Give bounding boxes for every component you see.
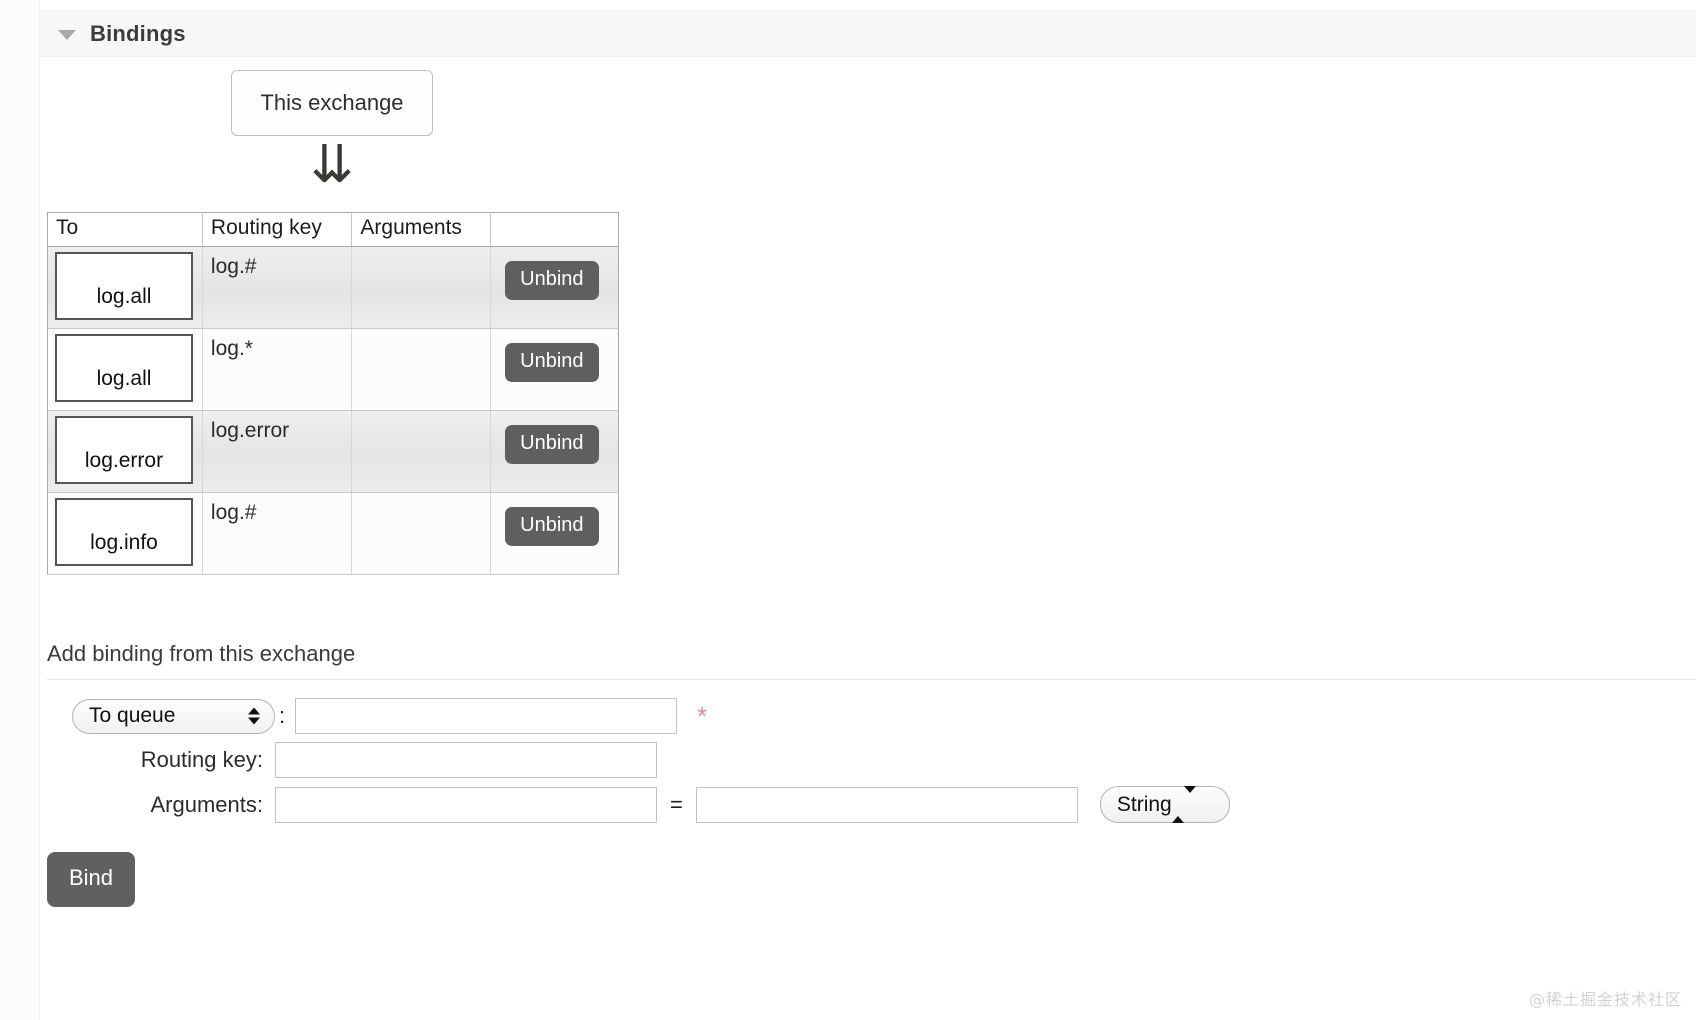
table-row: log.error log.error Unbind: [48, 411, 619, 493]
arguments-row: Arguments: = String: [47, 786, 1247, 823]
cell-to: log.error: [48, 411, 203, 493]
stepper-arrows-icon: [248, 708, 260, 725]
queue-link[interactable]: log.all: [55, 252, 193, 320]
routing-key-input[interactable]: [275, 742, 657, 778]
table-row: log.all log.# Unbind: [48, 247, 619, 329]
unbind-button[interactable]: Unbind: [505, 343, 598, 382]
form-divider: [47, 679, 1696, 680]
this-exchange-node: This exchange: [231, 70, 433, 136]
routing-key-value: log.error: [203, 411, 351, 443]
bindings-table: To Routing key Arguments log.all log.# Unb…: [47, 212, 619, 575]
cell-arguments: [352, 329, 491, 411]
table-row: log.all log.* Unbind: [48, 329, 619, 411]
argument-value-input[interactable]: [696, 787, 1078, 823]
cell-to: log.all: [48, 329, 203, 411]
routing-key-label: Routing key:: [47, 747, 275, 773]
cell-actions: Unbind: [491, 329, 619, 411]
table-row: log.info log.# Unbind: [48, 493, 619, 575]
destination-colon: :: [275, 703, 295, 729]
unbind-button[interactable]: Unbind: [505, 507, 598, 546]
bindings-section-header[interactable]: Bindings: [40, 10, 1696, 57]
routing-key-row: Routing key:: [47, 742, 1247, 778]
triangle-down-icon[interactable]: [58, 30, 76, 40]
argument-key-input[interactable]: [275, 787, 657, 823]
arguments-value: [352, 411, 490, 419]
required-asterisk: *: [697, 703, 707, 729]
page-title: Bindings: [90, 21, 186, 47]
destination-select-wrap: To queue: [47, 699, 275, 734]
column-header-to: To: [48, 213, 203, 247]
left-gutter: [0, 0, 40, 1020]
routing-key-value: log.#: [203, 247, 351, 279]
stepper-down-icon: [248, 718, 260, 725]
stepper-arrows-icon: [1172, 793, 1196, 817]
bindings-table-body: log.alllog.#Unbindlog.alllog.*Unbindlog.…: [48, 247, 619, 575]
queue-link[interactable]: log.info: [55, 498, 193, 566]
cell-actions: Unbind: [491, 247, 619, 329]
argument-type-select[interactable]: String: [1100, 786, 1230, 823]
add-binding-form: To queue : * Routing key: Arguments: = S…: [47, 698, 1247, 831]
destination-type-select[interactable]: To queue: [72, 699, 275, 734]
cell-arguments: [352, 411, 491, 493]
stepper-down-icon: [1184, 786, 1196, 816]
table-header-row: To Routing key Arguments: [48, 213, 619, 247]
unbind-button[interactable]: Unbind: [505, 425, 598, 464]
cell-arguments: [352, 493, 491, 575]
this-exchange-label: This exchange: [260, 90, 403, 116]
arguments-value: [352, 493, 490, 501]
cell-routing-key: log.*: [202, 329, 351, 411]
cell-arguments: [352, 247, 491, 329]
double-down-arrow-icon: ⇊: [297, 140, 367, 196]
stepper-up-icon: [248, 708, 260, 715]
queue-link[interactable]: log.error: [55, 416, 193, 484]
cell-actions: Unbind: [491, 493, 619, 575]
destination-row: To queue : *: [47, 698, 1247, 734]
routing-key-value: log.#: [203, 493, 351, 525]
argument-type-value: String: [1117, 793, 1172, 817]
arguments-value: [352, 247, 490, 255]
cell-routing-key: log.error: [202, 411, 351, 493]
cell-actions: Unbind: [491, 411, 619, 493]
cell-to: log.info: [48, 493, 203, 575]
destination-input[interactable]: [295, 698, 677, 734]
column-header-actions: [491, 213, 619, 247]
column-header-routing-key: Routing key: [202, 213, 351, 247]
bind-button[interactable]: Bind: [47, 852, 135, 907]
arguments-value: [352, 329, 490, 337]
cell-to: log.all: [48, 247, 203, 329]
bindings-page: Bindings This exchange ⇊ To Routing key …: [0, 0, 1696, 1020]
add-binding-heading: Add binding from this exchange: [47, 641, 355, 667]
stepper-up-icon: [1172, 793, 1184, 823]
cell-routing-key: log.#: [202, 247, 351, 329]
cell-routing-key: log.#: [202, 493, 351, 575]
destination-type-value: To queue: [89, 704, 175, 728]
unbind-button[interactable]: Unbind: [505, 261, 598, 300]
routing-key-value: log.*: [203, 329, 351, 361]
column-header-arguments: Arguments: [352, 213, 491, 247]
equals-sign: =: [657, 792, 696, 818]
arguments-label: Arguments:: [47, 792, 275, 818]
queue-link[interactable]: log.all: [55, 334, 193, 402]
watermark: @稀土掘金技术社区: [1529, 986, 1682, 1010]
